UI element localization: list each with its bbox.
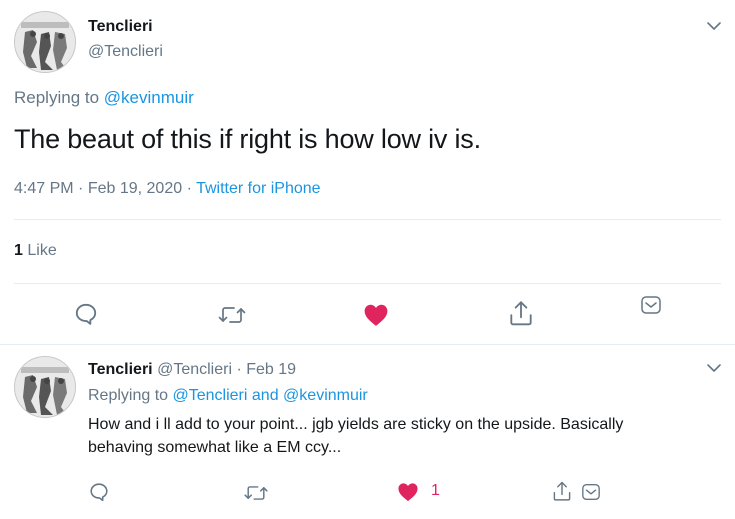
reply-icon[interactable] (73, 301, 99, 327)
replying-to-link[interactable]: @kevinmuir (104, 88, 194, 107)
tweet-source[interactable]: Twitter for iPhone (196, 180, 321, 197)
author-handle[interactable]: @Tenclieri (157, 361, 232, 378)
divider (14, 283, 721, 284)
chevron-down-icon[interactable] (706, 18, 722, 34)
meta-separator: · (186, 180, 192, 197)
replying-to-label: Replying to (14, 88, 100, 107)
share-icon[interactable] (551, 480, 573, 502)
replying-to-line: Replying to @Tenclieri and @kevinmuir (88, 387, 368, 405)
replying-to-link[interactable]: @Tenclieri (173, 387, 248, 404)
avatar[interactable] (14, 11, 76, 73)
retweet-icon[interactable] (217, 302, 247, 328)
author-name[interactable]: Tenclieri (88, 18, 153, 36)
divider (14, 219, 721, 220)
chevron-down-icon[interactable] (706, 360, 722, 376)
reply-icon[interactable] (88, 481, 110, 503)
reply-text-line: How and i ll add to your point... jgb yi… (88, 416, 624, 433)
like-stats[interactable]: 1 Like (14, 242, 57, 260)
retweet-icon[interactable] (243, 482, 269, 504)
tweet-date[interactable]: Feb 19, 2020 (88, 180, 182, 197)
reply-text-line: behaving somewhat like a EM ccy... (88, 439, 342, 456)
tweet-date[interactable]: Feb 19 (246, 361, 296, 378)
reply-text: How and i ll add to your point... jgb yi… (88, 413, 623, 459)
author-name[interactable]: Tenclieri (88, 361, 153, 378)
avatar[interactable] (14, 356, 76, 418)
replying-to-line: Replying to @kevinmuir (14, 88, 194, 108)
meta-separator: · (78, 180, 84, 197)
tweet-text: The beaut of this if right is how low iv… (14, 124, 481, 154)
tweet-time[interactable]: 4:47 PM (14, 180, 74, 197)
replying-to-and: and (251, 387, 279, 404)
like-label: Like (27, 242, 57, 259)
heart-icon[interactable] (363, 303, 389, 327)
like-count: 1 (14, 242, 23, 259)
meta-separator: · (236, 361, 242, 378)
reply-header: Tenclieri @Tenclieri · Feb 19 (88, 361, 296, 379)
tweet-meta: 4:47 PM · Feb 19, 2020 · Twitter for iPh… (14, 180, 321, 198)
replying-to-link[interactable]: @kevinmuir (283, 387, 368, 404)
heart-icon (398, 483, 418, 502)
divider (0, 344, 735, 345)
direct-message-icon[interactable] (640, 294, 662, 316)
share-icon[interactable] (508, 299, 534, 327)
replying-to-label: Replying to (88, 387, 169, 404)
like-count: 1 (431, 482, 440, 499)
direct-message-icon[interactable] (581, 482, 601, 502)
author-handle[interactable]: @Tenclieri (88, 43, 163, 61)
